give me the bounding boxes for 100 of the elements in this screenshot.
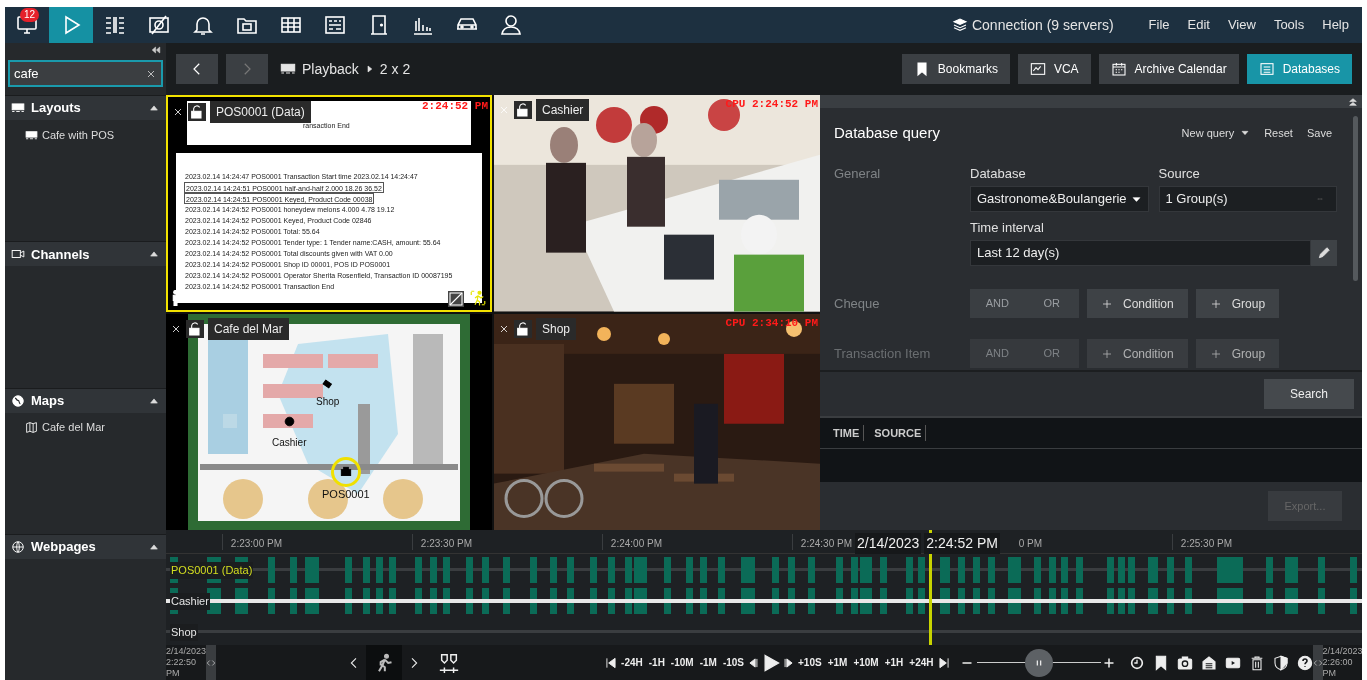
range-end-label: 2/14/2023 bbox=[1322, 646, 1362, 657]
plus-icon bbox=[1209, 297, 1222, 310]
video-tile[interactable] bbox=[166, 95, 492, 312]
add-button[interactable]: Group bbox=[1195, 289, 1280, 318]
cursor-date: 2/14/2023 bbox=[855, 533, 922, 554]
panel-title: Database query bbox=[834, 122, 940, 143]
play-icon bbox=[761, 651, 781, 674]
tile-title: Cashier bbox=[536, 99, 590, 121]
collapse-arrow-icon bbox=[148, 103, 160, 113]
track-label[interactable]: Cashier bbox=[170, 593, 210, 610]
more-icon bbox=[1314, 196, 1326, 202]
standing-person-icon bbox=[172, 289, 179, 306]
add-button[interactable]: Condition bbox=[1087, 339, 1188, 368]
unlock-icon bbox=[186, 319, 204, 338]
search-field[interactable]: cafe bbox=[8, 60, 163, 87]
time-tick-label: 2:23:00 PM bbox=[230, 537, 282, 551]
panel-button[interactable]: VCA bbox=[1017, 54, 1091, 84]
map-icon bbox=[25, 421, 38, 434]
tile-title: Shop bbox=[536, 317, 577, 340]
collapse-arrow-icon bbox=[148, 249, 160, 260]
search-button[interactable]: Search bbox=[1264, 379, 1354, 409]
column-header[interactable]: SOURCE bbox=[874, 424, 927, 442]
jump-button[interactable]: -24H bbox=[618, 655, 646, 670]
section-header[interactable]: Maps bbox=[5, 388, 166, 413]
web-globe-icon bbox=[11, 539, 25, 554]
unlock-icon bbox=[188, 103, 206, 121]
add-button[interactable]: Group bbox=[1195, 339, 1280, 368]
close-icon bbox=[498, 104, 510, 116]
slider-thumb[interactable] bbox=[1024, 648, 1053, 677]
track-label[interactable]: POS0001 (Data) bbox=[170, 562, 254, 579]
layout-icon bbox=[280, 61, 296, 77]
section-header[interactable]: Layouts bbox=[5, 96, 166, 120]
unlock-icon bbox=[514, 101, 532, 119]
time-interval-field[interactable]: Last 12 day(s) bbox=[970, 240, 1311, 266]
plus-icon bbox=[1101, 347, 1113, 360]
panel-button[interactable]: Archive Calendar bbox=[1098, 54, 1239, 84]
archive-icon bbox=[1200, 654, 1217, 671]
plus-icon bbox=[1102, 656, 1115, 669]
speed-slider[interactable] bbox=[976, 647, 1101, 678]
database-select[interactable]: Gastronome&Boulangerie bbox=[970, 186, 1149, 212]
group-label: General bbox=[834, 165, 882, 183]
panel-button[interactable]: Databases bbox=[1246, 54, 1352, 84]
jump-button[interactable]: +10S bbox=[795, 655, 825, 670]
field-label: Time interval bbox=[970, 219, 1045, 237]
layout-icon bbox=[11, 101, 25, 115]
motion-icon bbox=[469, 288, 487, 307]
jump-button[interactable]: +1H bbox=[881, 655, 907, 670]
text-button[interactable]: Reset bbox=[1264, 124, 1293, 142]
menu-item[interactable]: View bbox=[1218, 15, 1265, 35]
close-icon bbox=[172, 106, 184, 118]
crop-icon bbox=[448, 290, 464, 307]
map-label: POS0001 bbox=[322, 486, 370, 502]
jump-button[interactable]: -1H bbox=[645, 655, 668, 670]
jump-button[interactable]: -10M bbox=[667, 655, 697, 670]
track-label[interactable]: Shop bbox=[170, 624, 198, 641]
menu-item[interactable]: Tools bbox=[1264, 15, 1314, 35]
nav-tab[interactable]: 12 bbox=[5, 7, 49, 43]
tile-title: POS0001 (Data) bbox=[210, 101, 311, 123]
jump-button[interactable]: +24H bbox=[906, 655, 937, 670]
jump-button[interactable]: -1M bbox=[696, 655, 720, 670]
stack-icon bbox=[951, 17, 968, 33]
connection-status[interactable]: Connection (9 servers) bbox=[971, 14, 1114, 36]
menu-item[interactable]: File bbox=[1139, 15, 1179, 35]
shield-icon bbox=[1272, 654, 1289, 671]
range-handle[interactable] bbox=[206, 645, 217, 680]
table-icon bbox=[1258, 61, 1275, 77]
tree-item[interactable]: Cafe del Mar bbox=[5, 416, 166, 439]
timestamp: CPU 2:34:10 PM bbox=[725, 315, 818, 331]
map-label: Shop bbox=[316, 394, 340, 409]
range-handle[interactable] bbox=[1312, 645, 1323, 680]
scroll-top-icon bbox=[1348, 96, 1358, 107]
video-tile[interactable]: Shop CPU 2:34:10 PM bbox=[494, 313, 820, 530]
column-header[interactable]: TIME bbox=[833, 424, 865, 442]
section-header[interactable]: Webpages bbox=[5, 534, 166, 559]
menu-item[interactable]: Help bbox=[1313, 15, 1358, 35]
text-button[interactable]: Save bbox=[1306, 124, 1332, 142]
jump-button[interactable]: +10M bbox=[850, 655, 882, 670]
edit-button[interactable] bbox=[1311, 240, 1337, 266]
breadcrumb-item: 2 x 2 bbox=[379, 59, 411, 79]
section-header[interactable]: Channels bbox=[5, 242, 166, 267]
motion-filter-button[interactable] bbox=[366, 645, 403, 680]
collapse-arrow-icon bbox=[148, 541, 160, 552]
jump-button[interactable]: -10S bbox=[719, 655, 747, 670]
calendar-icon bbox=[1110, 61, 1127, 77]
jump-button[interactable]: +1M bbox=[824, 655, 851, 670]
breadcrumb-item[interactable]: Playback bbox=[302, 58, 359, 80]
search-input[interactable]: cafe bbox=[14, 63, 145, 84]
back-button[interactable] bbox=[176, 54, 218, 84]
scrollbar-thumb[interactable] bbox=[1353, 116, 1358, 281]
add-button[interactable]: Condition bbox=[1087, 289, 1188, 318]
dome-camera-icon bbox=[283, 414, 296, 428]
panel-button[interactable]: Bookmarks bbox=[901, 54, 1010, 84]
video-tile[interactable]: Shop Cashier POS0001 Cafe del Mar bbox=[166, 313, 492, 530]
range-start-label: 2:22:50 PM bbox=[166, 657, 198, 679]
caret-down-icon bbox=[1130, 194, 1142, 204]
menu-item[interactable]: Edit bbox=[1178, 15, 1219, 35]
tree-item[interactable]: Cafe with POS bbox=[5, 124, 166, 146]
chart-window-icon bbox=[1029, 61, 1046, 77]
dropdown-button[interactable]: New query bbox=[1181, 124, 1251, 142]
layout-icon bbox=[25, 128, 38, 142]
